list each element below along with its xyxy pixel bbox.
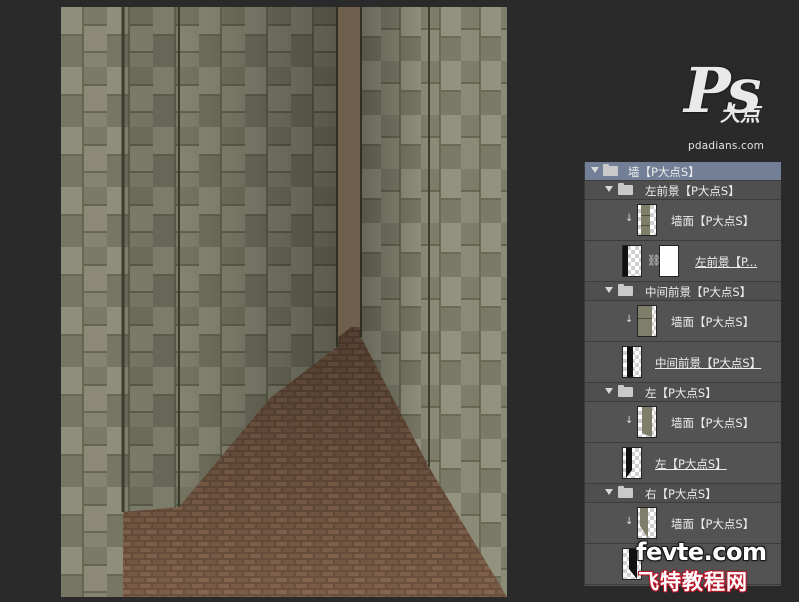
- folder-icon: [603, 164, 618, 176]
- expand-arrow-icon[interactable]: [605, 489, 613, 495]
- layer-thumbnail: [637, 305, 657, 337]
- folder-icon: [618, 486, 633, 498]
- fevte-badge: fevte.com 飞特教程网: [636, 538, 796, 600]
- folder-icon: [618, 183, 633, 195]
- layer-middle-foreground-shape[interactable]: 中间前景【P大点S】: [585, 342, 781, 383]
- folder-icon: [618, 385, 633, 397]
- expand-arrow-icon[interactable]: [591, 167, 599, 173]
- expand-arrow-icon[interactable]: [605, 388, 613, 394]
- layer-label: 左【P大点S】: [655, 457, 727, 471]
- layer-thumbnail: [637, 406, 657, 438]
- layer-group-label: 左前景【P大点S】: [645, 184, 740, 198]
- layer-wall-texture[interactable]: ↓ 墙面【P大点S】: [585, 200, 781, 241]
- layer-wall-texture[interactable]: ↓ 墙面【P大点S】: [585, 301, 781, 342]
- layer-label: 墙面【P大点S】: [671, 517, 755, 531]
- folder-icon: [618, 284, 633, 296]
- clipping-arrow-icon: ↓: [625, 314, 634, 325]
- layer-group-middle-foreground[interactable]: 中间前景【P大点S】: [585, 282, 781, 301]
- logo-brand-cn: 大点: [720, 102, 760, 126]
- badge-domain: fevte.com: [636, 538, 767, 566]
- document-canvas[interactable]: [61, 7, 507, 597]
- layer-group-left-foreground[interactable]: 左前景【P大点S】: [585, 181, 781, 200]
- layer-group-wall[interactable]: 墙【P大点S】: [585, 162, 781, 181]
- layer-group-label: 中间前景【P大点S】: [645, 285, 752, 299]
- badge-name-cn: 飞特教程网: [638, 570, 748, 594]
- layers-panel[interactable]: 墙【P大点S】 左前景【P大点S】 ↓ 墙面【P大点S】 ⛓ 左前景【P... …: [584, 162, 781, 586]
- expand-arrow-icon[interactable]: [605, 186, 613, 192]
- layer-group-label: 左【P大点S】: [645, 386, 717, 400]
- layer-label: 中间前景【P大点S】: [655, 356, 762, 370]
- layer-group-right[interactable]: 右【P大点S】: [585, 484, 781, 503]
- left-foreground-wall: [61, 7, 123, 597]
- clipping-arrow-icon: ↓: [625, 516, 634, 527]
- pdadians-logo: Ps 大点 pdadians.com: [680, 54, 790, 158]
- layer-left-shape[interactable]: 左【P大点S】: [585, 443, 781, 484]
- expand-arrow-icon[interactable]: [605, 287, 613, 293]
- layer-thumbnail: [622, 346, 642, 378]
- layer-label: 墙面【P大点S】: [671, 214, 755, 228]
- clipping-arrow-icon: ↓: [625, 415, 634, 426]
- clipping-arrow-icon: ↓: [625, 213, 634, 224]
- layer-thumbnail: [637, 507, 657, 539]
- layer-label: 墙面【P大点S】: [671, 315, 755, 329]
- layer-mask-thumbnail[interactable]: [659, 245, 679, 277]
- layer-label: 左前景【P...: [695, 255, 758, 269]
- layer-thumbnail: [622, 447, 642, 479]
- alley-artwork: [61, 7, 507, 597]
- layer-label: 墙面【P大点S】: [671, 416, 755, 430]
- layer-group-left[interactable]: 左【P大点S】: [585, 383, 781, 402]
- layer-group-label: 右【P大点S】: [645, 487, 717, 501]
- layer-left-foreground-shape[interactable]: ⛓ 左前景【P...: [585, 241, 781, 282]
- layer-wall-texture[interactable]: ↓ 墙面【P大点S】: [585, 402, 781, 443]
- layer-group-label: 墙【P大点S】: [628, 165, 700, 179]
- layer-thumbnail: [622, 245, 642, 277]
- logo-url: pdadians.com: [688, 140, 765, 152]
- layer-thumbnail: [637, 204, 657, 236]
